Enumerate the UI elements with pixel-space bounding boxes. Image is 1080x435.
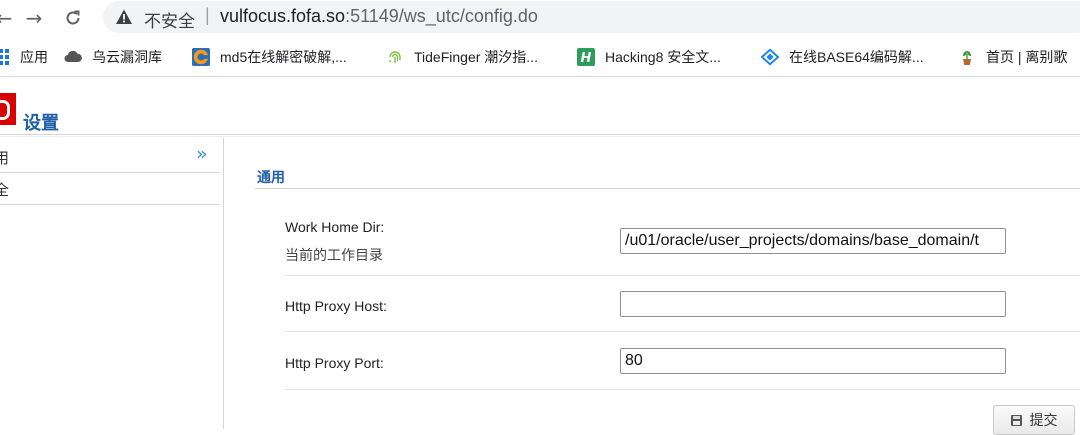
header-divider-light — [0, 136, 1080, 137]
bookmark-tidefinger[interactable]: TideFinger 潮汐指... — [386, 46, 538, 68]
forward-arrow-icon[interactable]: → — [22, 6, 46, 30]
url-text[interactable]: vulfocus.fofa.so:51149/ws_utc/config.do — [220, 6, 538, 27]
section-title: 通用 — [257, 169, 285, 185]
bookmark-label: 在线BASE64编码解... — [789, 49, 924, 65]
http-proxy-host-input[interactable] — [620, 291, 1006, 317]
double-chevron-right-icon[interactable]: » — [196, 143, 208, 165]
apps-grid-icon — [0, 48, 10, 66]
orange-c-icon — [192, 48, 210, 66]
submit-button[interactable]: 提交 — [993, 405, 1075, 435]
security-status-label[interactable]: 不安全 — [144, 7, 195, 32]
bookmark-homepage[interactable]: 首页 | 离别歌 — [958, 46, 1067, 68]
url-path: :51149/ws_utc/config.do — [345, 6, 538, 26]
oracle-logo — [0, 93, 16, 125]
sidebar-item-general[interactable]: 用 » — [0, 140, 220, 173]
cloud-icon — [64, 48, 82, 66]
sidebar-item-security[interactable]: 全 — [0, 172, 220, 205]
h-logo-icon: H — [577, 48, 595, 66]
section-divider — [255, 188, 1080, 189]
row-divider — [285, 389, 1080, 390]
bookmark-label: md5在线解密破解,... — [220, 49, 347, 65]
plant-icon — [958, 48, 976, 66]
row-divider — [285, 331, 1080, 332]
sidebar: 用 » 全 — [0, 138, 220, 429]
back-arrow-icon[interactable]: ← — [0, 6, 16, 30]
page-title: 设置 — [23, 113, 59, 133]
reload-icon[interactable] — [61, 6, 85, 30]
bookmark-apps[interactable]: 应用 — [0, 46, 48, 68]
sidebar-item-label: 全 — [0, 182, 10, 199]
address-bar[interactable]: 不安全 | vulfocus.fofa.so:51149/ws_utc/conf… — [103, 1, 1080, 33]
http-proxy-port-label: Http Proxy Port: — [285, 355, 384, 371]
work-home-dir-description: 当前的工作目录 — [285, 247, 383, 263]
svg-text:H: H — [581, 51, 592, 66]
bookmark-base64[interactable]: 在线BASE64编码解... — [761, 46, 924, 68]
bookmark-label: Hacking8 安全文... — [605, 49, 721, 65]
work-home-dir-label: Work Home Dir: — [285, 219, 385, 235]
sidebar-item-label: 用 — [0, 150, 10, 167]
browser-toolbar: ← → 不安全 | vulfocus.fofa.so:51149/ws_utc/… — [0, 0, 1080, 36]
warning-triangle-icon[interactable] — [115, 8, 133, 26]
fingerprint-icon — [386, 48, 404, 66]
bookmarks-bar: 应用 乌云漏洞库 md5在线解密破解,... TideFinger 潮汐指...… — [0, 38, 1080, 77]
row-divider — [285, 275, 1080, 276]
submit-label: 提交 — [1029, 412, 1058, 428]
bookmark-label: 应用 — [20, 49, 48, 65]
save-disk-icon — [1010, 414, 1022, 426]
diamond-icon — [761, 48, 779, 66]
bookmark-hacking8[interactable]: H Hacking8 安全文... — [577, 46, 721, 68]
http-proxy-host-label: Http Proxy Host: — [285, 298, 387, 314]
bookmark-label: 乌云漏洞库 — [92, 49, 162, 65]
http-proxy-port-input[interactable]: 80 — [620, 348, 1006, 374]
bookmark-label: TideFinger 潮汐指... — [414, 49, 538, 65]
url-host: vulfocus.fofa.so — [220, 6, 346, 26]
url-separator: | — [205, 5, 210, 25]
bookmark-md5[interactable]: md5在线解密破解,... — [192, 46, 347, 68]
header-divider — [0, 134, 1080, 135]
bookmark-label: 首页 | 离别歌 — [986, 49, 1068, 65]
work-home-dir-input[interactable]: /u01/oracle/user_projects/domains/base_d… — [620, 228, 1006, 254]
bookmark-wooyun[interactable]: 乌云漏洞库 — [64, 46, 162, 68]
sidebar-divider — [223, 138, 224, 429]
